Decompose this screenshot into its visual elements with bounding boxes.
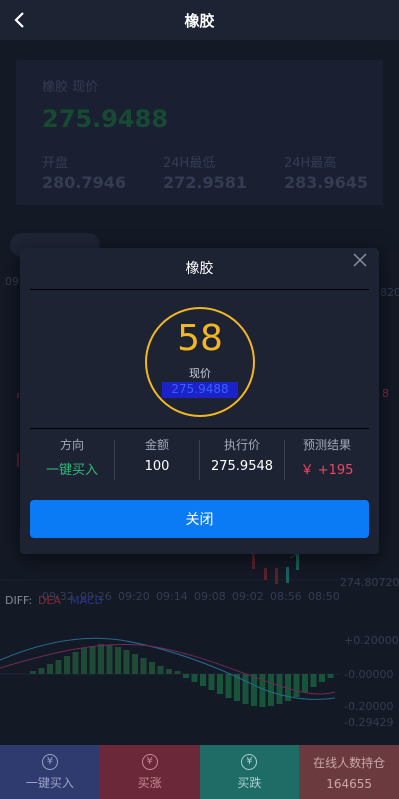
bottom-action-bar: ¥ 一键买入 ¥ 买涨 ¥ 买跌 在线人数持仓 164655 bbox=[0, 745, 399, 799]
modal-title: 橡胶 bbox=[185, 261, 214, 277]
direction-column: 方向 一键买入 bbox=[30, 436, 114, 478]
online-positions-value: 164655 bbox=[326, 776, 373, 791]
countdown-value: 58 bbox=[177, 318, 223, 359]
order-result-modal: 橡胶 58 现价 275.9488 方向 一键买入 金额 100 执行价 275… bbox=[20, 248, 379, 554]
app-header: 橡胶 bbox=[0, 0, 399, 40]
online-positions-panel: 在线人数持仓 164655 bbox=[299, 745, 399, 799]
execution-price-value: 275.9548 bbox=[210, 459, 274, 474]
direction-value: 一键买入 bbox=[45, 463, 98, 478]
yen-icon: ¥ bbox=[141, 753, 158, 770]
buy-up-label: 买涨 bbox=[137, 775, 162, 790]
execution-price-column: 执行价 275.9548 bbox=[200, 436, 284, 474]
divider bbox=[30, 289, 369, 290]
page-title: 橡胶 bbox=[184, 11, 215, 30]
close-icon[interactable] bbox=[351, 251, 369, 269]
yen-icon: ¥ bbox=[41, 753, 58, 770]
divider bbox=[30, 428, 369, 429]
yen-icon: ¥ bbox=[241, 753, 258, 770]
predicted-result-header: 预测结果 bbox=[302, 438, 351, 452]
one-click-buy-button[interactable]: ¥ 一键买入 bbox=[0, 745, 100, 799]
execution-price-header: 执行价 bbox=[223, 438, 260, 452]
one-click-buy-label: 一键买入 bbox=[25, 775, 74, 790]
amount-column: 金额 100 bbox=[115, 436, 199, 474]
predicted-result-value: ￥ +195 bbox=[300, 463, 354, 478]
amount-header: 金额 bbox=[144, 438, 169, 452]
amount-value: 100 bbox=[144, 459, 170, 474]
close-button[interactable]: 关闭 bbox=[30, 500, 369, 538]
predicted-result-column: 预测结果 ￥ +195 bbox=[285, 436, 369, 478]
buy-down-label: 买跌 bbox=[237, 775, 262, 790]
current-price-value: 275.9488 bbox=[162, 382, 238, 398]
online-positions-label: 在线人数持仓 bbox=[313, 755, 386, 770]
buy-up-button[interactable]: ¥ 买涨 bbox=[99, 745, 200, 799]
current-price-label: 现价 bbox=[189, 367, 211, 380]
direction-header: 方向 bbox=[59, 438, 84, 452]
buy-down-button[interactable]: ¥ 买跌 bbox=[199, 745, 300, 799]
back-arrow-icon[interactable] bbox=[8, 8, 32, 32]
